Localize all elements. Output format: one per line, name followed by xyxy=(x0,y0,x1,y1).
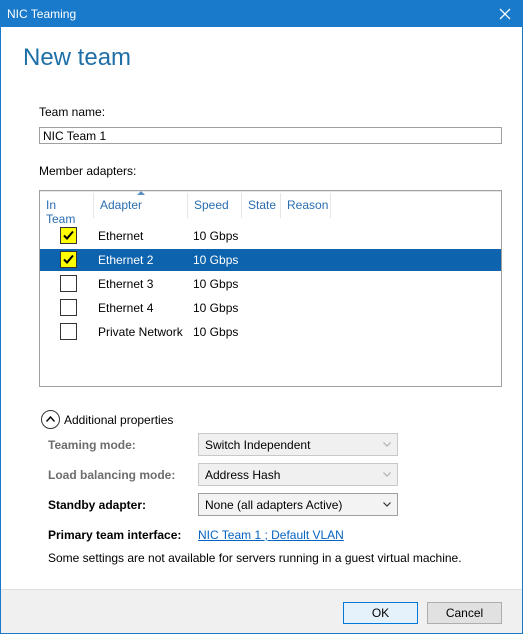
in-team-checkbox[interactable] xyxy=(60,251,77,268)
table-row[interactable]: Ethernet 3 10 Gbps xyxy=(40,273,501,295)
standby-adapter-value: None (all adapters Active) xyxy=(205,498,343,512)
page-title: New team xyxy=(23,44,132,71)
in-team-checkbox[interactable] xyxy=(60,275,77,292)
window-title: NIC Teaming xyxy=(7,7,77,21)
additional-properties-label[interactable]: Additional properties xyxy=(64,413,173,427)
close-icon xyxy=(499,8,511,20)
close-button[interactable] xyxy=(488,1,522,27)
column-reason[interactable]: Reason xyxy=(281,193,331,218)
table-row[interactable]: Ethernet 4 10 Gbps xyxy=(40,297,501,319)
column-adapter[interactable]: Adapter xyxy=(94,193,188,218)
guest-vm-note: Some settings are not available for serv… xyxy=(48,551,462,565)
teaming-mode-label: Teaming mode: xyxy=(48,438,136,452)
table-row[interactable]: Private Network 10 Gbps xyxy=(40,321,501,343)
table-row[interactable]: Ethernet 10 Gbps xyxy=(40,225,501,247)
adapter-speed: 10 Gbps xyxy=(193,277,239,291)
adapter-name: Ethernet 4 xyxy=(98,301,154,315)
in-team-checkbox[interactable] xyxy=(60,299,77,316)
adapter-name: Private Network xyxy=(98,325,183,339)
team-name-input[interactable] xyxy=(39,127,502,144)
nic-teaming-dialog: NIC Teaming New team Team name: Member a… xyxy=(0,0,523,634)
adapter-speed: 10 Gbps xyxy=(193,253,239,267)
sort-ascending-icon xyxy=(137,191,145,195)
additional-properties-toggle[interactable] xyxy=(41,410,60,429)
adapter-speed: 10 Gbps xyxy=(193,301,239,315)
primary-interface-label: Primary team interface: xyxy=(48,528,182,542)
adapter-name: Ethernet 3 xyxy=(98,277,154,291)
chevron-down-icon xyxy=(383,442,391,447)
standby-adapter-select[interactable]: None (all adapters Active) xyxy=(198,493,398,516)
table-row-selected[interactable]: Ethernet 2 10 Gbps xyxy=(40,249,501,271)
load-balancing-value: Address Hash xyxy=(205,468,281,482)
column-state[interactable]: State xyxy=(242,193,281,218)
checkmark-icon xyxy=(63,230,74,240)
ok-button[interactable]: OK xyxy=(343,602,418,624)
list-header: In Team Adapter Speed State Reason xyxy=(40,191,501,226)
cancel-button[interactable]: Cancel xyxy=(427,602,502,624)
column-speed[interactable]: Speed xyxy=(188,193,242,218)
adapter-name: Ethernet 2 xyxy=(98,253,154,267)
member-adapters-label: Member adapters: xyxy=(39,164,137,178)
member-adapters-list[interactable]: In Team Adapter Speed State Reason Ether… xyxy=(39,190,502,387)
in-team-checkbox[interactable] xyxy=(60,323,77,340)
load-balancing-select: Address Hash xyxy=(198,463,398,486)
column-in-team[interactable]: In Team xyxy=(40,193,94,226)
standby-adapter-label: Standby adapter: xyxy=(48,498,147,512)
title-bar: NIC Teaming xyxy=(1,1,522,27)
adapter-speed: 10 Gbps xyxy=(193,325,239,339)
dialog-footer: OK Cancel xyxy=(1,589,522,633)
checkmark-icon xyxy=(63,254,74,264)
team-name-label: Team name: xyxy=(39,105,106,119)
adapter-speed: 10 Gbps xyxy=(193,229,239,243)
chevron-down-icon xyxy=(383,472,391,477)
chevron-up-icon xyxy=(46,416,55,422)
teaming-mode-value: Switch Independent xyxy=(205,438,311,452)
adapter-name: Ethernet xyxy=(98,229,144,243)
load-balancing-label: Load balancing mode: xyxy=(48,468,176,482)
primary-interface-link[interactable]: NIC Team 1 ; Default VLAN xyxy=(198,528,344,542)
teaming-mode-select: Switch Independent xyxy=(198,433,398,456)
chevron-down-icon xyxy=(383,502,391,507)
in-team-checkbox[interactable] xyxy=(60,227,77,244)
